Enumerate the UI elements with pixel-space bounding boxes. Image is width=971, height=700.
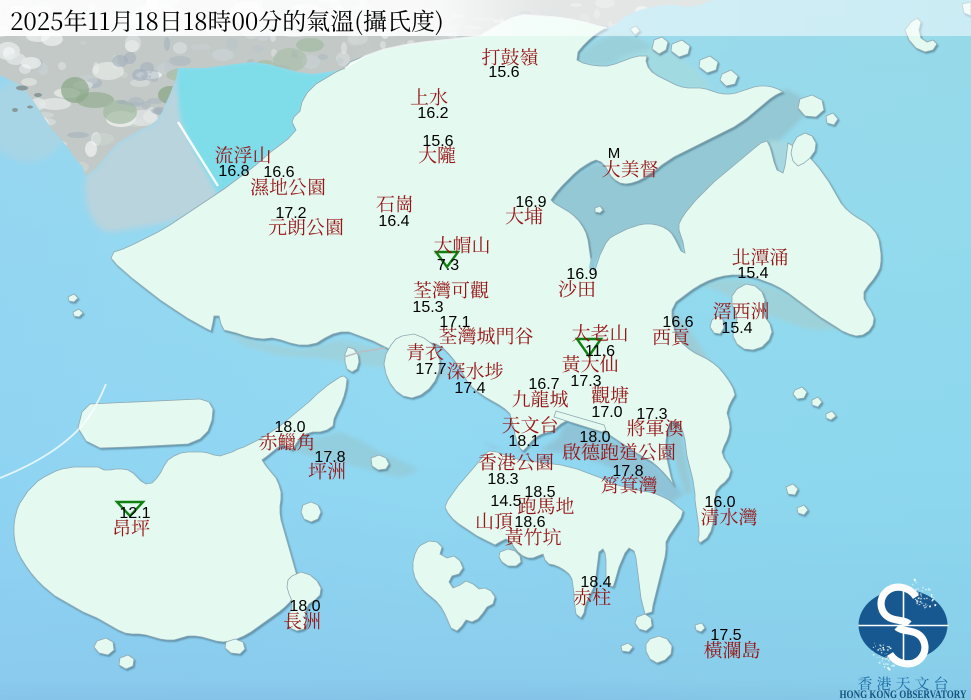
svg-text:11.6: 11.6	[585, 343, 615, 360]
svg-text:15.6: 15.6	[488, 64, 519, 81]
svg-text:16.7: 16.7	[528, 376, 559, 393]
svg-text:HONG KONG OBSERVATORY: HONG KONG OBSERVATORY	[840, 689, 968, 700]
svg-text:18.0: 18.0	[274, 419, 305, 436]
svg-text:17.4: 17.4	[454, 380, 485, 397]
svg-text:16.6: 16.6	[662, 314, 693, 331]
svg-text:17.1: 17.1	[439, 314, 470, 331]
svg-text:18.1: 18.1	[508, 433, 539, 450]
svg-text:16.2: 16.2	[417, 105, 448, 122]
svg-text:17.3: 17.3	[570, 373, 601, 390]
svg-text:17.7: 17.7	[415, 361, 446, 378]
svg-text:16.9: 16.9	[566, 266, 597, 283]
svg-text:18.6: 18.6	[514, 514, 545, 531]
svg-text:17.0: 17.0	[591, 404, 622, 421]
svg-text:18.4: 18.4	[580, 574, 611, 591]
svg-text:M: M	[608, 145, 621, 162]
svg-text:15.4: 15.4	[721, 320, 752, 337]
svg-text:16.0: 16.0	[704, 494, 735, 511]
svg-text:17.5: 17.5	[710, 627, 741, 644]
svg-text:14.5: 14.5	[490, 493, 521, 510]
svg-text:12.1: 12.1	[119, 505, 150, 522]
svg-text:17.8: 17.8	[612, 463, 643, 480]
svg-text:17.2: 17.2	[275, 205, 306, 222]
svg-text:16.8: 16.8	[218, 163, 249, 180]
svg-text:16.9: 16.9	[515, 194, 546, 211]
svg-text:18.0: 18.0	[289, 598, 320, 615]
svg-text:17.3: 17.3	[636, 406, 667, 423]
svg-text:16.4: 16.4	[378, 213, 409, 230]
svg-text:15.4: 15.4	[737, 265, 768, 282]
svg-text:16.6: 16.6	[263, 164, 294, 181]
svg-text:15.6: 15.6	[422, 133, 453, 150]
svg-text:18.3: 18.3	[487, 471, 518, 488]
svg-text:17.8: 17.8	[314, 449, 345, 466]
svg-text:18.5: 18.5	[524, 484, 555, 501]
svg-text:7.3: 7.3	[437, 257, 459, 274]
svg-text:18.0: 18.0	[579, 429, 610, 446]
